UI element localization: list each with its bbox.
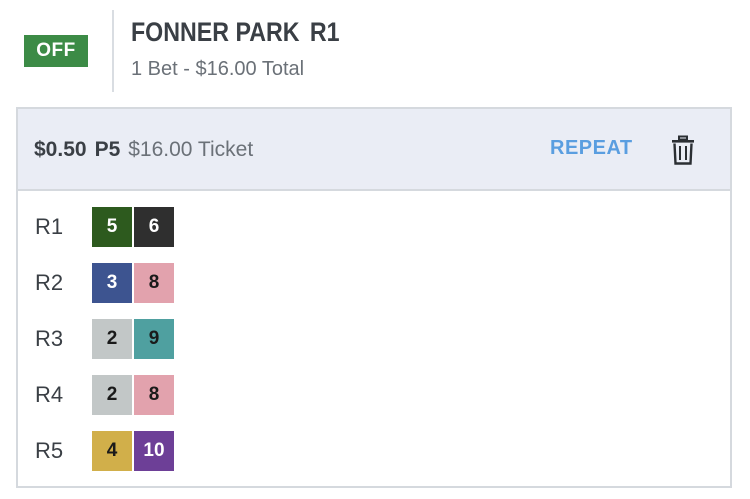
- leg-label: R3: [35, 326, 64, 351]
- runner-number: 6: [134, 207, 174, 247]
- runner-number: 3: [92, 263, 132, 303]
- status-badge: OFF: [24, 35, 88, 67]
- trash-icon[interactable]: [670, 135, 696, 165]
- runner-number: 8: [134, 375, 174, 415]
- runner-number: 8: [134, 263, 174, 303]
- leg-row: R2 3 8: [18, 263, 730, 303]
- leg-label: R2: [35, 270, 64, 295]
- leg-row: R5 4 10: [18, 431, 730, 471]
- runner-number: 2: [92, 319, 132, 359]
- leg-label: R5: [35, 438, 64, 463]
- leg-label: R1: [35, 214, 64, 239]
- runner-number: 9: [134, 319, 174, 359]
- leg-row: R3 2 9: [18, 319, 730, 359]
- leg-row: R4 2 8: [18, 375, 730, 415]
- leg-label: R4: [35, 382, 64, 407]
- repeat-button[interactable]: REPEAT: [550, 137, 633, 160]
- ticket-card: $0.50 P5 $16.00 Ticket REPEAT R1 5 6 R2 3 8 R3 2 9…: [16, 107, 732, 488]
- ticket-header: $0.50 P5 $16.00 Ticket REPEAT: [18, 109, 730, 191]
- ticket-description: $0.50 P5 $16.00 Ticket: [34, 138, 253, 162]
- leg-row: R1 5 6: [18, 207, 730, 247]
- ticket-type: P5: [94, 138, 121, 161]
- runner-number: 5: [92, 207, 132, 247]
- ticket-amount: $0.50: [34, 138, 87, 161]
- race-title: FONNER PARK R1: [131, 17, 340, 48]
- bet-summary: 1 Bet - $16.00 Total: [131, 58, 305, 80]
- race-header: OFF FONNER PARK R1 1 Bet - $16.00 Total: [0, 0, 750, 100]
- runner-number: 4: [92, 431, 132, 471]
- track-name: FONNER PARK: [131, 17, 300, 47]
- race-number: R1: [309, 17, 340, 47]
- header-divider: [112, 10, 114, 92]
- runner-number: 10: [134, 431, 174, 471]
- ticket-total: $16.00 Ticket: [128, 138, 254, 161]
- runner-number: 2: [92, 375, 132, 415]
